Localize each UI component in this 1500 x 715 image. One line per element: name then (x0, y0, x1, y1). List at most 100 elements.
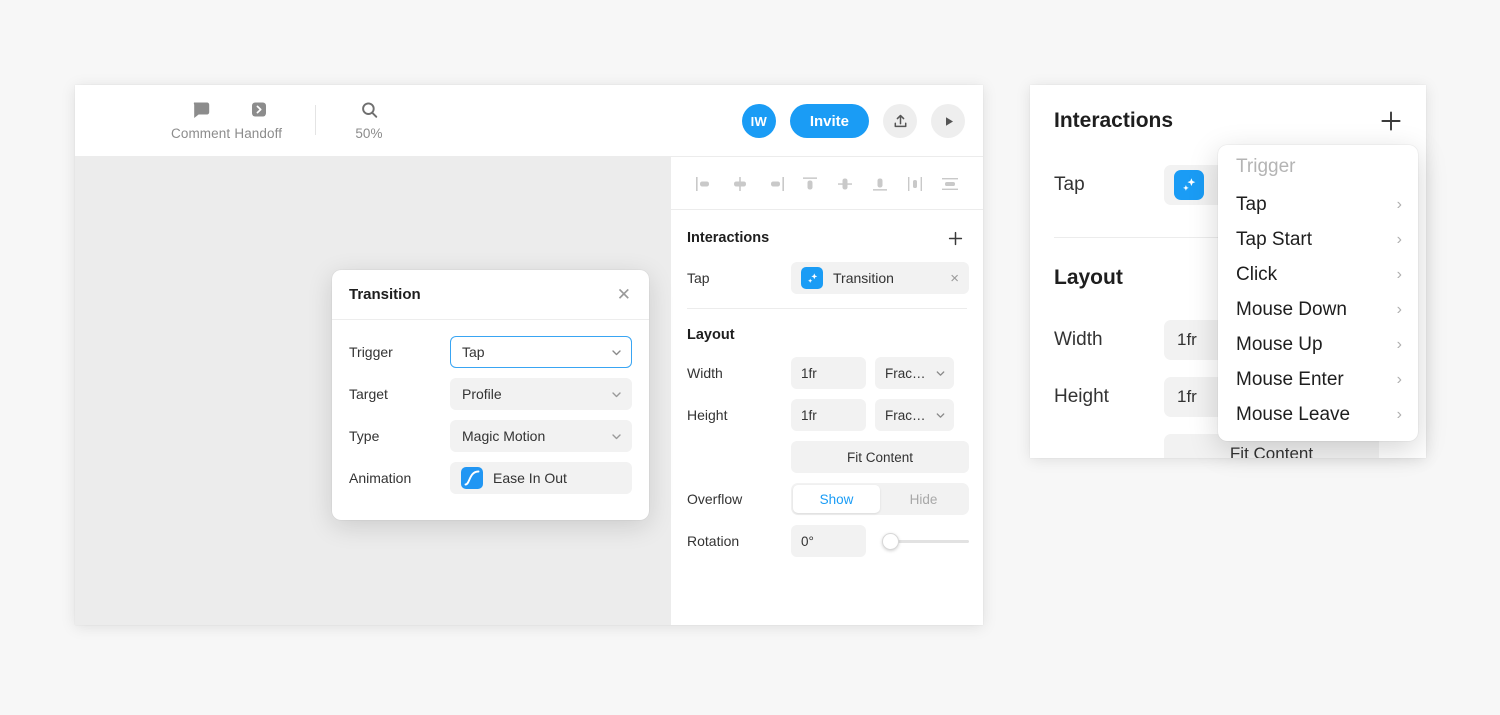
menu-item-label: Tap Start (1236, 228, 1313, 250)
alignment-toolbar (671, 157, 983, 210)
width-input[interactable] (791, 357, 866, 389)
right-panel-header: Interactions (1030, 85, 1426, 133)
menu-item-tap-start[interactable]: Tap Start › (1218, 222, 1418, 257)
toolbar-right-group: IW Invite (741, 104, 965, 138)
chevron-right-icon: › (1396, 370, 1402, 388)
distribute-horizontal-icon[interactable] (897, 171, 932, 197)
distribute-vertical-icon[interactable] (932, 171, 967, 197)
align-horizontal-center-icon[interactable] (722, 171, 757, 197)
menu-item-label: Mouse Enter (1236, 368, 1344, 390)
menu-item-click[interactable]: Click › (1218, 257, 1418, 292)
chevron-down-icon (610, 430, 623, 443)
zoom-level-label: 50% (355, 126, 383, 141)
menu-item-label: Tap (1236, 193, 1267, 215)
handoff-button[interactable]: Handoff (230, 99, 286, 141)
toolbar-zoom-group: 50% (341, 99, 397, 141)
slider-track (891, 539, 969, 543)
handoff-label: Handoff (234, 126, 283, 141)
interaction-action-label: Transition (833, 270, 894, 286)
rotation-input[interactable] (791, 525, 866, 557)
height-unit-select[interactable]: Frac… (875, 399, 954, 431)
rotation-label: Rotation (687, 533, 740, 549)
layout-section-header: Layout (671, 309, 983, 357)
transition-dialog-title: Transition (349, 286, 421, 303)
width-unit-select[interactable]: Frac… (875, 357, 954, 389)
share-button[interactable] (883, 104, 917, 138)
right-interaction-trigger-label: Tap (1054, 174, 1085, 195)
interaction-action-chip[interactable]: Transition × (791, 262, 969, 294)
animation-label: Animation (349, 470, 412, 486)
zoom-control[interactable]: 50% (341, 99, 397, 141)
overflow-hide-option[interactable]: Hide (880, 485, 967, 513)
right-height-label: Height (1054, 386, 1109, 407)
trigger-menu-header: Trigger (1236, 156, 1296, 177)
menu-item-mouse-down[interactable]: Mouse Down › (1218, 292, 1418, 327)
right-panel-title: Interactions (1054, 109, 1174, 132)
animation-value: Ease In Out (493, 470, 567, 486)
sparkle-icon (1174, 170, 1204, 200)
type-value: Magic Motion (462, 428, 546, 444)
align-right-icon[interactable] (757, 171, 792, 197)
overflow-segmented-control: Show Hide (791, 483, 969, 515)
height-label: Height (687, 407, 728, 423)
rotation-slider[interactable] (882, 525, 969, 557)
comment-label: Comment (171, 126, 231, 141)
menu-item-mouse-enter[interactable]: Mouse Enter › (1218, 362, 1418, 397)
invite-button[interactable]: Invite (789, 104, 869, 138)
handoff-chevron-icon (248, 99, 269, 121)
right-width-label: Width (1054, 329, 1103, 350)
width-label: Width (687, 365, 723, 381)
menu-item-mouse-up[interactable]: Mouse Up › (1218, 327, 1418, 362)
upload-share-icon (892, 113, 909, 130)
interaction-row: Tap Transition × (671, 262, 983, 294)
align-vertical-center-icon[interactable] (827, 171, 862, 197)
chevron-right-icon: › (1396, 195, 1402, 213)
fit-content-button[interactable]: Fit Content (791, 441, 969, 473)
overflow-row: Overflow Show Hide (671, 483, 983, 515)
chevron-right-icon: › (1396, 230, 1402, 248)
width-row: Width Frac… (671, 357, 983, 389)
layout-title: Layout (687, 327, 735, 343)
play-button[interactable] (931, 104, 965, 138)
remove-interaction-button[interactable]: × (950, 270, 959, 287)
trigger-select[interactable]: Tap (450, 336, 632, 368)
height-row: Height Frac… (671, 399, 983, 431)
animation-select[interactable]: Ease In Out (450, 462, 632, 494)
close-icon[interactable]: ✕ (617, 286, 631, 303)
play-icon (941, 114, 956, 129)
chevron-down-icon (935, 368, 946, 379)
chevron-down-icon (610, 346, 623, 359)
right-add-interaction-button[interactable] (1380, 110, 1402, 132)
avatar[interactable]: IW (741, 104, 776, 138)
menu-item-label: Mouse Up (1236, 333, 1323, 355)
inspector-panel: Interactions Tap Transition × Layout Wid… (670, 157, 983, 625)
menu-item-label: Click (1236, 263, 1278, 285)
width-unit-label: Frac… (885, 365, 926, 381)
easing-curve-icon (461, 467, 483, 489)
align-top-icon[interactable] (792, 171, 827, 197)
transition-dialog-header: Transition ✕ (332, 270, 649, 320)
comment-button[interactable]: Comment (171, 99, 230, 141)
menu-item-label: Mouse Down (1236, 298, 1347, 320)
add-interaction-button[interactable] (945, 228, 965, 248)
trigger-dropdown-menu: Trigger Tap › Tap Start › Click › Mouse … (1218, 145, 1418, 441)
align-bottom-icon[interactable] (862, 171, 897, 197)
sparkle-icon (801, 267, 823, 289)
type-select[interactable]: Magic Motion (450, 420, 632, 452)
fit-content-row: Fit Content (671, 441, 983, 473)
chevron-right-icon: › (1396, 265, 1402, 283)
target-select[interactable]: Profile (450, 378, 632, 410)
trigger-value: Tap (462, 344, 485, 360)
plus-icon (1380, 110, 1402, 132)
slider-knob[interactable] (882, 532, 899, 550)
align-left-icon[interactable] (687, 171, 722, 197)
height-unit-label: Frac… (885, 407, 926, 423)
menu-item-tap[interactable]: Tap › (1218, 187, 1418, 222)
avatar-initials: IW (750, 113, 768, 129)
overflow-show-option[interactable]: Show (793, 485, 880, 513)
menu-item-mouse-leave[interactable]: Mouse Leave › (1218, 397, 1418, 432)
plus-icon (948, 231, 963, 246)
trigger-row: Trigger Tap (349, 336, 632, 368)
toolbar-left-group: Comment Handoff (171, 99, 286, 141)
height-input[interactable] (791, 399, 866, 431)
